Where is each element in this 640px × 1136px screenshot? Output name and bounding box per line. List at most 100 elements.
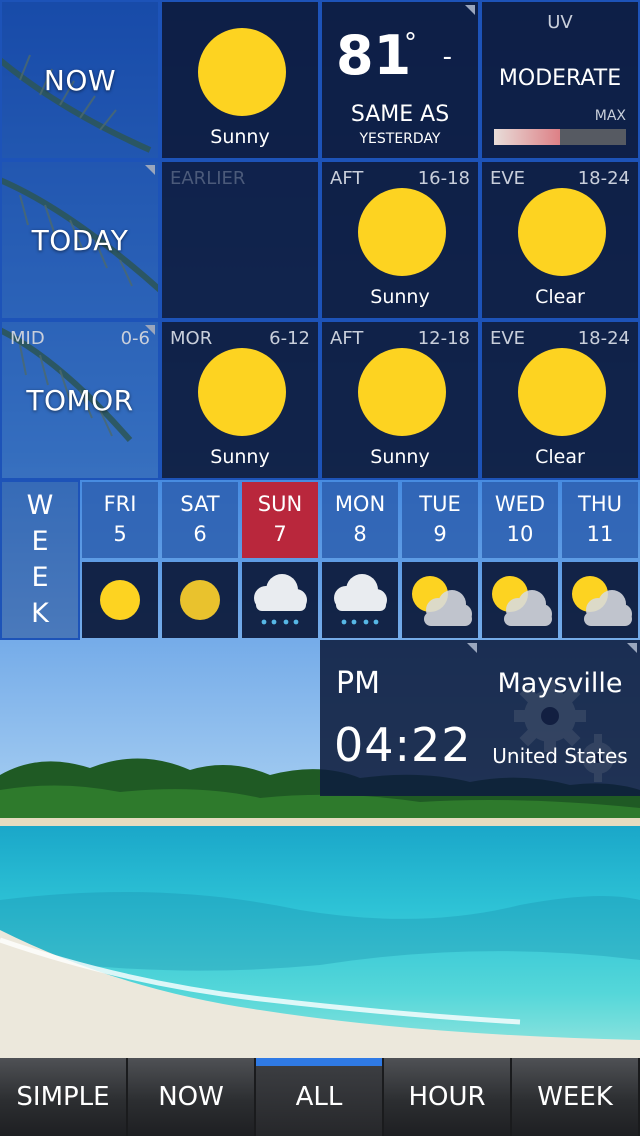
period-range: 18-24 [577,168,630,189]
week-letter: W [26,490,54,521]
nav-button-hour[interactable]: HOUR [384,1058,512,1136]
nav-button-all[interactable]: ALL [256,1058,384,1136]
nav-button-label: HOUR [408,1082,486,1112]
day-name: TUE [419,492,461,516]
week-day-thu[interactable]: THU 11 [562,482,638,558]
now-condition-tile[interactable]: Sunny [160,0,320,160]
week-letter: E [31,526,49,557]
nav-button-label: NOW [158,1082,224,1112]
location-tile[interactable]: Maysville United States [480,640,640,796]
day-date: 7 [273,522,287,546]
uv-max-label: MAX [594,108,626,124]
week-day-wed[interactable]: WED 10 [482,482,558,558]
temperature-trend: - [442,42,452,72]
nav-button-label: ALL [295,1082,343,1112]
day-name: FRI [103,492,137,516]
day-date: 5 [113,522,127,546]
week-day-icon-cell[interactable] [482,562,558,638]
period-name: EVE [490,328,526,349]
period-name: EARLIER [170,168,246,189]
location-city: Maysville [497,668,623,699]
clock-tile[interactable]: PM 04:22 [320,640,480,796]
today-tile[interactable]: TODAY [0,160,160,320]
sun-icon [358,188,446,276]
comparison-reference: YESTERDAY [359,131,441,147]
degree-symbol: ° [404,28,417,58]
week-day-icon-cell[interactable] [162,562,238,638]
sun-icon [518,188,606,276]
period-condition: Clear [535,286,585,308]
day-date: 9 [433,522,447,546]
comparison-text: SAME AS [350,102,450,127]
period-name: EVE [490,168,526,189]
week-day-icon-cell[interactable] [242,562,318,638]
sun-icon [198,28,286,116]
week-day-sat[interactable]: SAT 6 [162,482,238,558]
day-date: 8 [353,522,367,546]
now-tile[interactable]: NOW [0,0,160,160]
today-label: TODAY [31,223,129,257]
period-range: 12-18 [417,328,470,349]
tomorrow-tile[interactable]: MID 0-6 TOMOR [0,320,160,480]
period-condition: Clear [535,446,585,468]
location-country: United States [492,744,628,768]
uv-title: UV [547,12,573,33]
period-range: 18-24 [577,328,630,349]
sun-icon [198,348,286,436]
tomorrow-morning-tile[interactable]: MOR 6-12 Sunny [160,320,320,480]
tomorrow-label: TOMOR [26,383,134,417]
week-letter: K [31,598,49,629]
week-day-icon-cell[interactable] [402,562,478,638]
period-range: 16-18 [417,168,470,189]
nav-button-week[interactable]: WEEK [512,1058,640,1136]
period-condition: Sunny [210,446,270,468]
week-letter: E [31,562,49,593]
period-name: AFT [330,328,364,349]
corner-indicator [627,643,637,653]
day-name: WED [494,492,546,516]
sun-icon [358,348,446,436]
nav-button-label: WEEK [537,1082,613,1112]
sun-icon [518,348,606,436]
nav-button-now[interactable]: NOW [128,1058,256,1136]
day-date: 11 [586,522,614,546]
week-day-icon-cell[interactable] [322,562,398,638]
clock-time: 04:22 [334,718,472,772]
today-afternoon-tile[interactable]: AFT 16-18 Sunny [320,160,480,320]
week-tile[interactable]: W E E K [0,480,80,640]
bottom-nav: SIMPLE NOW ALL HOUR WEEK [0,1058,640,1136]
week-day-icon-cell[interactable] [562,562,638,638]
week-day-fri[interactable]: FRI 5 [82,482,158,558]
day-name: SAT [180,492,220,516]
day-date: 6 [193,522,207,546]
day-name: SUN [257,492,303,516]
nav-button-label: SIMPLE [16,1082,110,1112]
clock-meridiem: PM [336,666,380,701]
now-label: NOW [43,63,117,97]
uv-level-bar [494,129,626,145]
period-name: AFT [330,168,364,189]
day-name: MON [334,492,386,516]
week-day-tue[interactable]: TUE 9 [402,482,478,558]
corner-indicator [465,5,475,15]
uv-level-fill [494,129,560,145]
period-name: MOR [170,328,213,349]
tomorrow-evening-tile[interactable]: EVE 18-24 Clear [480,320,640,480]
now-temperature-tile[interactable]: 81 ° - SAME AS YESTERDAY [320,0,480,160]
period-condition: Sunny [370,286,430,308]
uv-level: MODERATE [498,66,622,91]
week-day-sun[interactable]: SUN 7 [242,482,318,558]
corner-indicator [467,643,477,653]
now-condition: Sunny [210,126,270,148]
week-day-icon-cell[interactable] [82,562,158,638]
today-earlier-tile[interactable]: EARLIER [160,160,320,320]
temperature-value: 81 [336,24,412,87]
nav-button-simple[interactable]: SIMPLE [0,1058,128,1136]
tomorrow-afternoon-tile[interactable]: AFT 12-18 Sunny [320,320,480,480]
week-day-mon[interactable]: MON 8 [322,482,398,558]
period-condition: Sunny [370,446,430,468]
day-date: 10 [506,522,534,546]
day-name: THU [578,492,622,516]
today-evening-tile[interactable]: EVE 18-24 Clear [480,160,640,320]
uv-tile[interactable]: UV MODERATE MAX [480,0,640,160]
